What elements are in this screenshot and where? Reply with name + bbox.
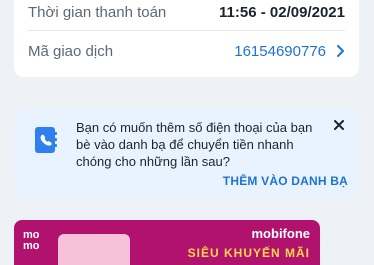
payment-time-row: Thời gian thanh toán 11:56 - 02/09/2021 xyxy=(28,0,345,24)
transaction-details-card: Thời gian thanh toán 11:56 - 02/09/2021 … xyxy=(14,0,359,77)
brand-name: mobifone xyxy=(251,226,311,241)
payment-time-value: 11:56 - 02/09/2021 xyxy=(219,3,345,21)
notice-message: Bạn có muốn thêm số điện thoại của bạn b… xyxy=(76,120,313,169)
contact-book-icon xyxy=(35,127,57,153)
transaction-id-row[interactable]: Mã giao dịch 16154690776 xyxy=(28,39,345,63)
add-contact-notice: Bạn có muốn thêm số điện thoại của bạn b… xyxy=(15,109,358,199)
transaction-id-label: Mã giao dịch xyxy=(28,42,114,60)
promo-illustration xyxy=(58,234,130,265)
promo-headline: SIÊU KHUYẾN MÃI xyxy=(187,246,310,260)
logo-line-2: mo xyxy=(23,240,40,252)
transaction-id-value: 16154690776 xyxy=(234,42,326,60)
momo-logo: mo mo xyxy=(23,230,53,260)
promo-banner[interactable]: mo mo mobifone SIÊU KHUYẾN MÃI xyxy=(14,220,320,265)
divider xyxy=(28,30,345,31)
chevron-right-icon xyxy=(337,45,344,57)
payment-time-label: Thời gian thanh toán xyxy=(28,3,167,21)
close-icon[interactable] xyxy=(332,118,346,132)
add-to-contacts-button[interactable]: THÊM VÀO DANH BẠ xyxy=(223,174,348,188)
transaction-id-link[interactable]: 16154690776 xyxy=(234,43,345,60)
